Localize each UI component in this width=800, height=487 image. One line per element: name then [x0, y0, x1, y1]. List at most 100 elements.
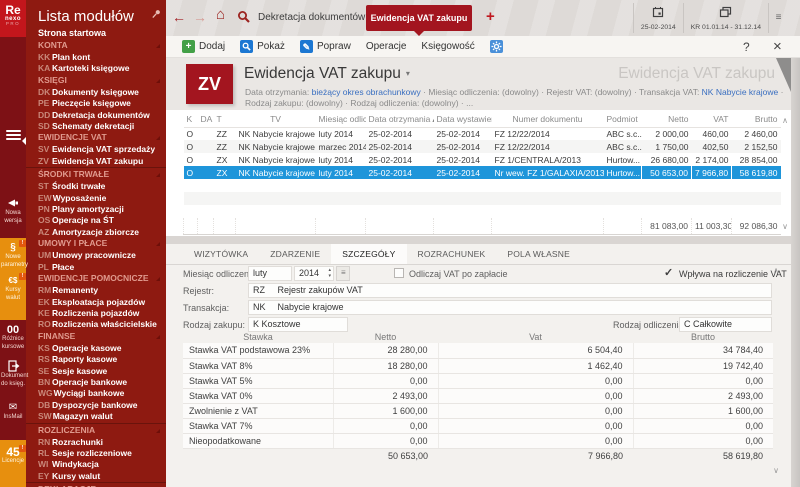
- home-icon[interactable]: ⌂: [216, 7, 225, 23]
- search-icon[interactable]: [237, 10, 251, 27]
- title-dropdown-icon[interactable]: ▾: [406, 69, 410, 78]
- rail-item-roznice-kursowe[interactable]: 00 Różnice kursowe: [0, 324, 26, 351]
- sidebar-section-header[interactable]: EWIDENCJE VAT: [26, 132, 166, 143]
- detail-tab-3[interactable]: SZCZEGÓŁY: [331, 244, 407, 264]
- sidebar-item-ew[interactable]: EWWyposażenie: [26, 192, 166, 203]
- pin-icon[interactable]: [151, 6, 161, 24]
- column-header[interactable]: Podmiot: [603, 112, 642, 128]
- detail-tab-5[interactable]: POLA WŁASNE: [496, 244, 581, 264]
- modules-menu-icon[interactable]: [0, 128, 26, 158]
- column-header[interactable]: TV: [235, 112, 316, 128]
- sidebar-item-ro[interactable]: RORozliczenia właścicielskie: [26, 318, 166, 329]
- table-row[interactable]: O ZX NK Nabycie krajowe luty 2014 25-02-2014…: [183, 166, 781, 179]
- sidebar-section-header[interactable]: KSIĘGI: [26, 75, 166, 86]
- forward-icon[interactable]: →: [193, 9, 207, 25]
- sidebar-item-pn[interactable]: PN Plany amortyzacji: [26, 203, 166, 214]
- sidebar-item-os[interactable]: OS Operacje na ŚT: [26, 214, 166, 225]
- column-header[interactable]: Miesiąc odlicz...: [315, 112, 366, 128]
- show-button[interactable]: Pokaż: [240, 40, 285, 53]
- rail-item-dokument[interactable]: Dokument do księg.: [0, 360, 28, 388]
- settings-gear-button[interactable]: [489, 40, 503, 53]
- column-header[interactable]: T: [213, 112, 236, 128]
- accounting-menu[interactable]: Księgowość: [421, 41, 474, 52]
- sidebar-item-rl[interactable]: RL Sesje rozliczeniowe: [26, 447, 166, 458]
- workdate-button[interactable]: 25-02-2014: [632, 3, 683, 33]
- sidebar-item-ek[interactable]: EK Eksploatacja pojazdów: [26, 296, 166, 307]
- sidebar-section-header[interactable]: UMOWY I PŁACE: [26, 238, 166, 249]
- sidebar-item-wi[interactable]: WI Windykacja: [26, 458, 166, 469]
- sidebar-item-wg[interactable]: WGWyciągi bankowe: [26, 387, 166, 398]
- stepper-arrows-icon[interactable]: ▴ ▾: [328, 267, 331, 279]
- detail-tab-1[interactable]: WIZYTÓWKA: [183, 244, 259, 264]
- checkmark-icon[interactable]: ✓: [664, 266, 673, 279]
- sidebar-item-rn[interactable]: RN Rozrachunki: [26, 436, 166, 447]
- column-header[interactable]: K: [183, 112, 198, 128]
- column-header[interactable]: DA: [197, 112, 214, 128]
- deduct-after-payment-checkbox[interactable]: [394, 268, 404, 278]
- sidebar-item-kk[interactable]: KK Plan kont: [26, 51, 166, 62]
- sidebar-section-header[interactable]: FINANSE: [26, 331, 166, 342]
- column-header[interactable]: Data otrzymania▴: [365, 112, 434, 128]
- sidebar-item-zv[interactable]: ZV Ewidencja VAT zakupu: [26, 155, 166, 166]
- sidebar-item-ka[interactable]: KA Kartoteki księgowe: [26, 62, 166, 73]
- transaction-input[interactable]: NK Nabycie krajowe: [248, 300, 772, 315]
- sidebar-section-header[interactable]: ŚRODKI TRWAŁE: [26, 169, 166, 180]
- sidebar-item-sv[interactable]: SV Ewidencja VAT sprzedaży: [26, 143, 166, 154]
- rail-item-nowe-parametry[interactable]: ! § Nowe parametry: [0, 240, 28, 269]
- table-row[interactable]: O ZZ NK Nabycie krajowe luty 2014 25-02-2014…: [184, 127, 781, 140]
- splitter-bar[interactable]: [166, 236, 791, 244]
- panel-scroll-down-icon[interactable]: ∨: [773, 466, 779, 475]
- sidebar-item-sd[interactable]: SD Schematy dekretacji: [26, 120, 166, 131]
- sidebar-item-rs[interactable]: RS Raporty kasowe: [26, 353, 166, 364]
- table-row[interactable]: O ZX NK Nabycie krajowe luty 2014 25-02-2014…: [184, 153, 781, 166]
- table-row[interactable]: O ZZ NK Nabycie krajowe marzec 2014 25-02-20…: [183, 140, 781, 153]
- new-tab-button[interactable]: +: [486, 8, 495, 25]
- help-button[interactable]: ?: [743, 40, 750, 54]
- filter-link[interactable]: bieżący okres obrachunkowy: [312, 87, 421, 97]
- rail-item-kursy-walut[interactable]: ! €$ Kursy walut: [0, 273, 26, 302]
- rail-item-licencje[interactable]: ! 45 Licencje: [0, 440, 26, 487]
- filter-link[interactable]: NK Nabycie krajowe: [702, 87, 779, 97]
- sidebar-item-home[interactable]: Strona startowa: [26, 28, 166, 39]
- sidebar-section-header[interactable]: KONTA: [26, 40, 166, 51]
- panel-scroll-up-icon[interactable]: ∧: [773, 266, 779, 275]
- sidebar-item-um[interactable]: UMUmowy pracownicze: [26, 249, 166, 260]
- sidebar-item-ks[interactable]: KS Operacje kasowe: [26, 342, 166, 353]
- sidebar-item-dk[interactable]: DK Dokumenty księgowe: [26, 86, 166, 97]
- sidebar-item-bn[interactable]: BN Operacje bankowe: [26, 376, 166, 387]
- month-input[interactable]: luty: [248, 266, 292, 281]
- scroll-up-icon[interactable]: ∧: [782, 116, 788, 125]
- period-button[interactable]: KR 01.01.14 - 31.12.14: [682, 3, 768, 33]
- sidebar-item-dd[interactable]: DD Dekretacja dokumentów: [26, 109, 166, 120]
- sidebar-section-header[interactable]: ROZLICZENIA: [26, 425, 166, 436]
- sidebar-item-ey[interactable]: EY Kursy walut: [26, 470, 166, 481]
- column-header[interactable]: VAT: [691, 112, 732, 128]
- topbar-menu-icon[interactable]: ≡: [768, 3, 788, 33]
- sidebar-item-ke[interactable]: KE Rozliczenia pojazdów: [26, 307, 166, 318]
- sidebar-item-rm[interactable]: RMRemanenty: [26, 284, 166, 295]
- close-view-button[interactable]: ×: [773, 38, 782, 55]
- rexo-logo[interactable]: Re nexo PRO: [0, 0, 26, 37]
- back-icon[interactable]: ←: [172, 9, 186, 25]
- column-header[interactable]: Netto: [641, 112, 692, 128]
- page-title[interactable]: Ewidencja VAT zakupu ▾: [244, 65, 410, 83]
- register-input[interactable]: RZ Rejestr zakupów VAT: [248, 283, 772, 298]
- sidebar-item-st[interactable]: ST Środki trwałe: [26, 180, 166, 191]
- rail-item-insmail[interactable]: ✉ InsMail: [0, 401, 26, 422]
- sidebar-item-pe[interactable]: PE Pieczęcie księgowe: [26, 97, 166, 108]
- sidebar-item-db[interactable]: DB Dyspozycje bankowe: [26, 399, 166, 410]
- column-header[interactable]: Numer dokumentu: [491, 112, 604, 128]
- tab-ewidencja-vat-zakupu[interactable]: Ewidencja VAT zakupu: [366, 5, 472, 31]
- rail-item-nowa-wersja[interactable]: Nowa wersja: [0, 197, 26, 225]
- month-menu-button[interactable]: ≡: [336, 266, 350, 281]
- detail-tab-2[interactable]: ZDARZENIE: [259, 244, 331, 264]
- sidebar-item-sw[interactable]: SWMagazyn walut: [26, 410, 166, 421]
- year-stepper[interactable]: 2014 ▴ ▾: [294, 266, 334, 281]
- add-button[interactable]: + Dodaj: [182, 40, 225, 53]
- sidebar-item-se[interactable]: SE Sesje kasowe: [26, 365, 166, 376]
- detail-tab-4[interactable]: ROZRACHUNEK: [407, 244, 497, 264]
- operations-menu[interactable]: Operacje: [366, 41, 407, 52]
- sidebar-item-pl[interactable]: PL Płace: [26, 261, 166, 272]
- sidebar-item-az[interactable]: AZ Amortyzacje zbiorcze: [26, 226, 166, 237]
- column-header[interactable]: Data wystawienia: [433, 112, 492, 128]
